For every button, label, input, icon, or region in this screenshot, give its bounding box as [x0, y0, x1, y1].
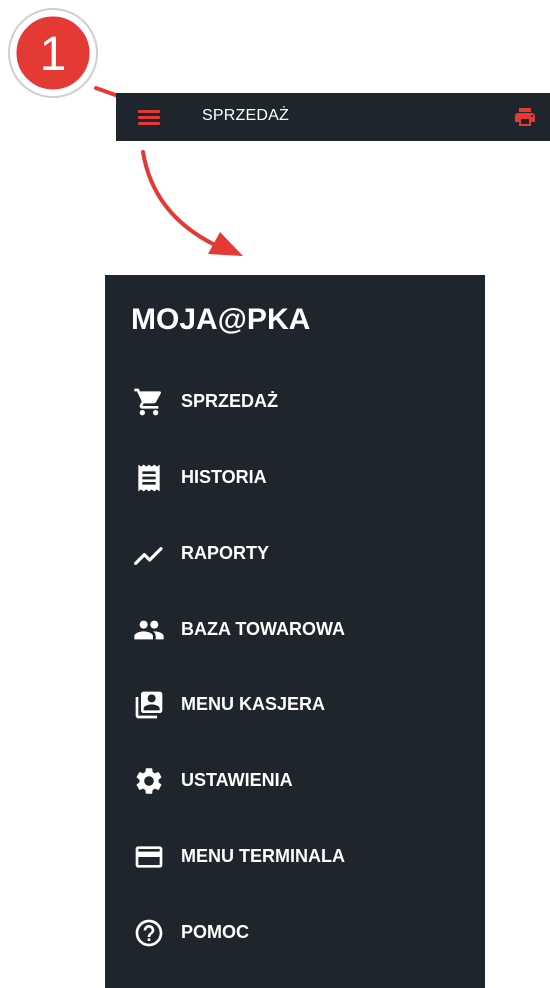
- menu-item-label: MENU KASJERA: [181, 694, 326, 714]
- credit-card-icon: [135, 846, 163, 868]
- step-number-badge: 1: [8, 8, 98, 98]
- menu-item-pomoc[interactable]: POMOC: [105, 908, 485, 958]
- app-top-bar: SPRZEDAŻ: [116, 93, 550, 141]
- gear-icon: [136, 768, 162, 794]
- menu-item-historia[interactable]: HISTORIA: [105, 453, 485, 503]
- menu-item-sprzedaz[interactable]: SPRZEDAŻ: [105, 377, 485, 427]
- trending-up-icon: [134, 547, 163, 565]
- menu-item-label: USTAWIENIA: [181, 770, 293, 790]
- menu-item-label: BAZA TOWAROWA: [181, 619, 345, 639]
- drawer-app-title: MOJA@PKA: [131, 303, 311, 336]
- menu-item-baza-towarowa[interactable]: BAZA TOWAROWA: [105, 605, 485, 655]
- menu-item-menu-kasjera[interactable]: MENU KASJERA: [105, 680, 485, 730]
- menu-item-label: POMOC: [181, 922, 250, 942]
- cart-icon: [134, 388, 162, 416]
- menu-item-label: MENU TERMINALA: [181, 846, 345, 866]
- menu-item-ustawienia[interactable]: USTAWIENIA: [105, 756, 485, 806]
- people-icon: [134, 620, 164, 640]
- menu-item-raporty[interactable]: RAPORTY: [105, 529, 485, 579]
- menu-item-label: SPRZEDAŻ: [181, 391, 279, 411]
- page-title: SPRZEDAŻ: [202, 107, 289, 124]
- menu-item-label: RAPORTY: [181, 543, 270, 563]
- menu-item-menu-terminala[interactable]: MENU TERMINALA: [105, 832, 485, 882]
- menu-item-label: HISTORIA: [181, 467, 267, 487]
- hamburger-icon[interactable]: [138, 108, 160, 126]
- navigation-drawer: MOJA@PKA SPRZEDAŻ HISTORIA RAPORTY BAZA …: [105, 275, 485, 988]
- step-number: 1: [40, 28, 67, 81]
- cashier-card-icon: [135, 691, 163, 719]
- help-circle-icon: [135, 919, 163, 947]
- receipt-icon: [138, 464, 160, 492]
- printer-icon[interactable]: [512, 105, 538, 129]
